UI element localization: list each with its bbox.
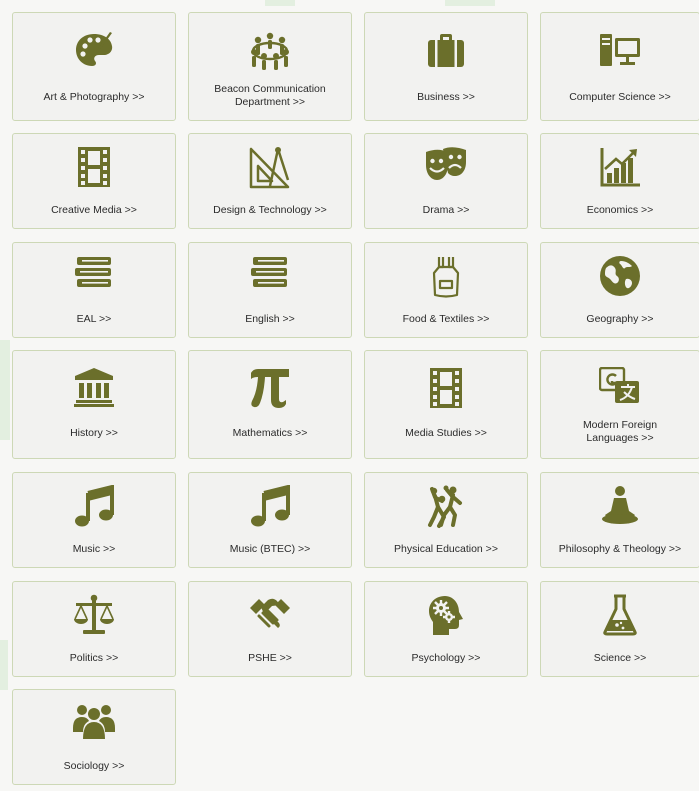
subject-tile-mathematics[interactable]: Mathematics >> — [188, 350, 352, 459]
subject-tile-modern-foreign-languages[interactable]: Modern Foreign Languages >> — [540, 350, 699, 459]
pi-icon — [249, 367, 291, 409]
subject-tile-computer-science[interactable]: Computer Science >> — [540, 12, 699, 121]
subject-label: Modern Foreign Languages >> — [582, 419, 658, 444]
subject-tile-history[interactable]: History >> — [12, 350, 176, 459]
subject-tile-physical-education[interactable]: Physical Education >> — [364, 472, 528, 568]
subject-label: Food & Textiles >> — [402, 313, 490, 325]
subject-tile-politics[interactable]: Politics >> — [12, 581, 176, 677]
subject-label: Music >> — [72, 543, 116, 555]
computer-icon — [599, 31, 641, 69]
subject-label: English >> — [245, 313, 295, 325]
subject-label: Politics >> — [69, 652, 119, 664]
subject-tile-music[interactable]: Music >> — [12, 472, 176, 568]
subject-label: History >> — [70, 427, 118, 439]
subject-tile-music-btec[interactable]: Music (BTEC) >> — [188, 472, 352, 568]
subject-label: Computer Science >> — [569, 91, 671, 103]
subject-tile-economics[interactable]: Economics >> — [540, 133, 699, 229]
subject-label: Business >> — [417, 91, 475, 103]
subject-label: Psychology >> — [411, 652, 481, 664]
meditation-icon — [600, 485, 640, 525]
translate-icon — [599, 367, 641, 407]
subject-label: Media Studies >> — [405, 427, 487, 439]
subject-label: Geography >> — [586, 313, 654, 325]
museum-icon — [74, 367, 114, 407]
subject-label: Sociology >> — [63, 760, 125, 772]
subject-tile-psychology[interactable]: Psychology >> — [364, 581, 528, 677]
subject-tile-pshe[interactable]: PSHE >> — [188, 581, 352, 677]
subject-grid: Art & Photography >> Beacon Communication… — [0, 0, 699, 791]
books-icon — [74, 255, 114, 289]
handshake-icon — [248, 594, 292, 632]
subject-tile-science[interactable]: Science >> — [540, 581, 699, 677]
subject-label: EAL >> — [76, 313, 112, 325]
people-circle-icon — [249, 31, 291, 71]
film-strip-icon — [76, 146, 112, 188]
subject-tile-sociology[interactable]: Sociology >> — [12, 689, 176, 785]
subject-label: Beacon Communication Department >> — [214, 83, 326, 108]
drafting-tools-icon — [248, 146, 292, 190]
subject-label: Philosophy & Theology >> — [558, 543, 682, 555]
film-strip-icon — [428, 367, 464, 409]
subject-label: Design & Technology >> — [213, 204, 327, 216]
group-icon — [71, 702, 117, 740]
subject-label: PSHE >> — [248, 652, 292, 664]
bar-chart-icon — [599, 146, 641, 188]
head-gears-icon — [426, 594, 466, 636]
books-icon — [250, 255, 290, 289]
theatre-masks-icon — [424, 146, 468, 186]
subject-label: Music (BTEC) >> — [229, 543, 311, 555]
subject-tile-design-technology[interactable]: Design & Technology >> — [188, 133, 352, 229]
music-note-icon — [74, 485, 114, 527]
subject-tile-business[interactable]: Business >> — [364, 12, 528, 121]
subject-tile-creative-media[interactable]: Creative Media >> — [12, 133, 176, 229]
music-note-icon — [250, 485, 290, 527]
subject-label: Art & Photography >> — [43, 91, 145, 103]
subject-label: Physical Education >> — [394, 543, 498, 555]
briefcase-icon — [426, 31, 466, 69]
subject-tile-drama[interactable]: Drama >> — [364, 133, 528, 229]
subject-tile-art-photography[interactable]: Art & Photography >> — [12, 12, 176, 121]
scales-icon — [73, 594, 115, 636]
subject-tile-media-studies[interactable]: Media Studies >> — [364, 350, 528, 459]
subject-label: Mathematics >> — [232, 427, 308, 439]
palette-icon — [74, 31, 114, 69]
flask-icon — [603, 594, 637, 636]
subject-tile-geography[interactable]: Geography >> — [540, 242, 699, 338]
apron-icon — [431, 255, 461, 299]
subject-tile-english[interactable]: English >> — [188, 242, 352, 338]
subject-label: Creative Media >> — [51, 204, 137, 216]
subject-tile-eal[interactable]: EAL >> — [12, 242, 176, 338]
globe-icon — [599, 255, 641, 297]
subject-tile-food-textiles[interactable]: Food & Textiles >> — [364, 242, 528, 338]
subject-label: Drama >> — [422, 204, 470, 216]
subject-tile-beacon-communication-department[interactable]: Beacon Communication Department >> — [188, 12, 352, 121]
subject-label: Economics >> — [586, 204, 654, 216]
subject-tile-philosophy-theology[interactable]: Philosophy & Theology >> — [540, 472, 699, 568]
basketball-players-icon — [426, 485, 466, 529]
subject-label: Science >> — [593, 652, 647, 664]
